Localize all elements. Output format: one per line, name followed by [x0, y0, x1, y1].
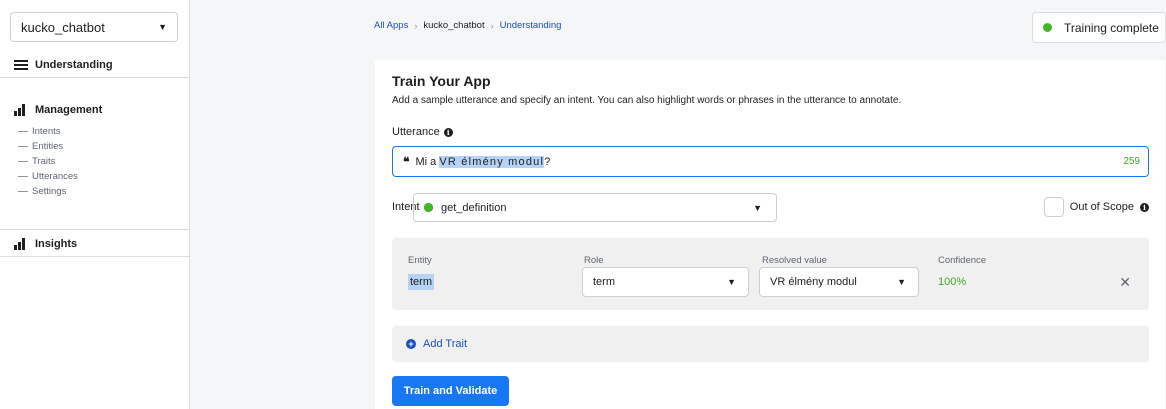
chevron-right-icon: ›	[490, 20, 494, 31]
confidence-header: Confidence	[938, 255, 987, 266]
status-dot-icon	[1043, 23, 1052, 32]
nav-understanding[interactable]: Understanding	[0, 53, 190, 77]
topbar: All Apps › kucko_chatbot › Understanding…	[190, 0, 1166, 56]
nav-understanding-section: Understanding	[0, 53, 190, 78]
training-status-label: Training complete	[1064, 20, 1159, 35]
plus-icon: +	[406, 339, 416, 349]
management-tree: Intents Entities Traits Utterances Setti…	[0, 124, 190, 199]
sidebar-item-intents[interactable]: Intents	[18, 124, 190, 139]
utterance-label-text: Utterance	[392, 126, 440, 138]
bar-chart-icon	[14, 104, 28, 116]
breadcrumb: All Apps › kucko_chatbot › Understanding	[374, 20, 561, 31]
intent-select[interactable]: get_definition ▼	[413, 193, 777, 222]
understanding-icon	[14, 59, 28, 71]
chevron-down-icon: ▼	[753, 202, 762, 213]
intent-value: get_definition	[441, 201, 507, 214]
quote-icon: ❝	[403, 154, 410, 169]
add-trait-label: Add Trait	[423, 338, 468, 350]
chevron-down-icon: ▼	[158, 22, 167, 32]
resolved-value: VR élmény modul	[770, 276, 857, 288]
nav-insights-label: Insights	[35, 238, 78, 250]
nav-management[interactable]: Management	[0, 104, 190, 116]
out-of-scope-checkbox[interactable]	[1043, 197, 1064, 217]
role-header: Role	[584, 255, 604, 266]
app-selector[interactable]: kucko_chatbot ▼	[10, 12, 178, 42]
resolved-header: Resolved value	[762, 255, 827, 266]
nav-insights-section: Insights	[0, 230, 190, 257]
entity-row: Entity Role Resolved value Confidence te…	[392, 238, 1149, 310]
out-of-scope-label: Out of Scope	[1069, 201, 1134, 213]
app-name: kucko_chatbot	[21, 19, 105, 35]
chevron-right-icon: ›	[414, 20, 418, 31]
train-and-validate-button[interactable]: Train and Validate	[392, 376, 509, 406]
role-value: term	[593, 276, 615, 288]
info-icon[interactable]: i	[443, 127, 453, 137]
sidebar-item-entities[interactable]: Entities	[18, 139, 190, 154]
confidence-value: 100%	[938, 276, 967, 288]
breadcrumb-app[interactable]: kucko_chatbot	[423, 20, 484, 31]
entity-header: Entity	[408, 255, 432, 266]
intent-dot-icon	[424, 203, 433, 212]
nav-understanding-label: Understanding	[35, 59, 113, 71]
nav-management-section: Management Intents Entities Traits Utter…	[0, 78, 190, 230]
sidebar-item-utterances[interactable]: Utterances	[18, 169, 190, 184]
training-status: Training complete	[1032, 12, 1166, 43]
utterance-text-prefix: Mi a	[415, 155, 440, 168]
utterance-input[interactable]: ❝ Mi a VR élmény modul ? 259	[392, 146, 1149, 177]
utterance-label: Utterance i	[392, 126, 453, 138]
utterance-highlight[interactable]: VR élmény modul	[439, 155, 545, 168]
close-icon[interactable]: ✕	[1119, 274, 1131, 291]
resolved-value-select[interactable]: VR élmény modul ▼	[759, 267, 919, 297]
entity-tag[interactable]: term	[408, 274, 434, 290]
nav-management-label: Management	[35, 104, 103, 116]
breadcrumb-understanding[interactable]: Understanding	[500, 20, 562, 31]
train-app-card: Train Your App Add a sample utterance an…	[375, 60, 1165, 409]
add-trait-button[interactable]: + Add Trait	[392, 326, 1149, 362]
breadcrumb-all-apps[interactable]: All Apps	[374, 20, 408, 31]
chevron-down-icon: ▼	[727, 277, 736, 287]
page-description: Add a sample utterance and specify an in…	[392, 95, 902, 106]
sidebar: kucko_chatbot ▼ Understanding Management…	[0, 0, 190, 409]
char-counter: 259	[1123, 156, 1140, 167]
role-select[interactable]: term ▼	[582, 267, 749, 297]
page-title: Train Your App	[392, 73, 491, 89]
out-of-scope: Out of Scope i	[1043, 197, 1149, 217]
nav-insights[interactable]: Insights	[0, 238, 190, 250]
info-icon[interactable]: i	[1140, 202, 1149, 212]
utterance-text-suffix: ?	[544, 155, 551, 168]
chevron-down-icon: ▼	[897, 277, 906, 287]
bar-chart-icon	[14, 238, 28, 250]
sidebar-item-traits[interactable]: Traits	[18, 154, 190, 169]
sidebar-item-settings[interactable]: Settings	[18, 184, 190, 199]
